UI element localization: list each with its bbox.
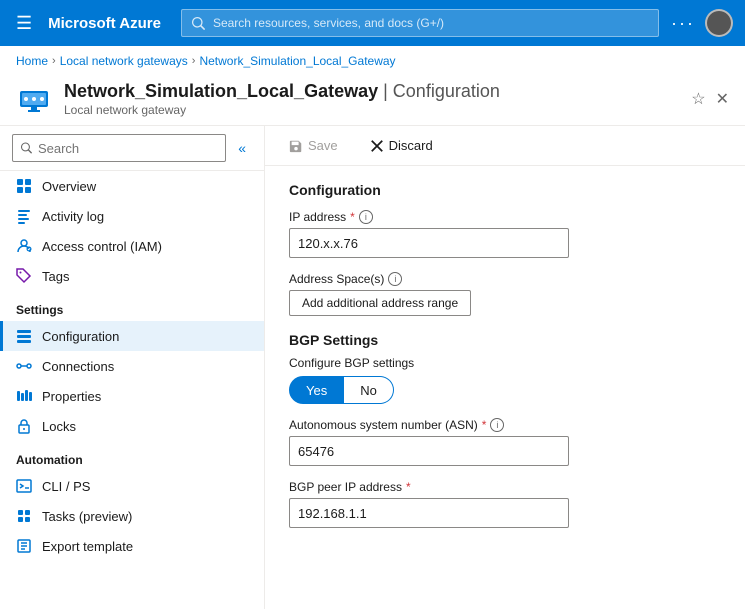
bgp-configure-label: Configure BGP settings bbox=[289, 356, 721, 370]
form-area: Configuration IP address * i Address Spa… bbox=[265, 166, 745, 558]
search-icon bbox=[192, 17, 205, 30]
search-input[interactable] bbox=[38, 141, 217, 156]
sidebar-item-access-control[interactable]: Access control (IAM) bbox=[0, 231, 264, 261]
global-search-placeholder: Search resources, services, and docs (G+… bbox=[213, 16, 444, 30]
required-star: * bbox=[350, 210, 355, 224]
sidebar-access-label: Access control (IAM) bbox=[42, 239, 162, 254]
resource-title-area: Network_Simulation_Local_Gateway | Confi… bbox=[64, 80, 679, 117]
activity-log-icon bbox=[16, 208, 32, 224]
asn-info-icon[interactable]: i bbox=[490, 418, 504, 432]
bgp-yes-toggle[interactable]: Yes bbox=[289, 376, 344, 404]
content-toolbar: Save Discard bbox=[265, 126, 745, 166]
breadcrumb-local-network[interactable]: Local network gateways bbox=[60, 54, 188, 68]
sidebar: « Overview bbox=[0, 126, 265, 609]
main-container: Home › Local network gateways › Network_… bbox=[0, 46, 745, 609]
sidebar-item-configuration[interactable]: Configuration bbox=[0, 321, 264, 351]
required-star-asn: * bbox=[482, 418, 487, 432]
save-icon bbox=[289, 139, 303, 153]
ip-address-group: IP address * i bbox=[289, 210, 721, 258]
breadcrumb-gateway[interactable]: Network_Simulation_Local_Gateway bbox=[199, 54, 395, 68]
body-layout: « Overview bbox=[0, 126, 745, 609]
header-actions: ☆ ✕ bbox=[691, 89, 729, 109]
bgp-configure-group: Configure BGP settings Yes No bbox=[289, 356, 721, 404]
ip-info-icon[interactable]: i bbox=[359, 210, 373, 224]
resource-title-config: | Configuration bbox=[383, 81, 500, 101]
sidebar-item-cli-ps[interactable]: CLI / PS bbox=[0, 471, 264, 501]
resource-icon bbox=[16, 81, 52, 117]
address-spaces-info-icon[interactable]: i bbox=[388, 272, 402, 286]
bgp-section-title: BGP Settings bbox=[289, 332, 721, 348]
discard-icon bbox=[370, 139, 384, 153]
sidebar-configuration-label: Configuration bbox=[42, 329, 119, 344]
top-bar-right: ··· bbox=[671, 9, 733, 37]
sidebar-export-label: Export template bbox=[42, 539, 133, 554]
content-area: Save Discard Configuration IP address * bbox=[265, 126, 745, 609]
bgp-no-toggle[interactable]: No bbox=[344, 376, 394, 404]
global-search[interactable]: Search resources, services, and docs (G+… bbox=[181, 9, 659, 37]
sidebar-item-overview[interactable]: Overview bbox=[0, 171, 264, 201]
discard-button[interactable]: Discard bbox=[362, 134, 441, 157]
bgp-peer-ip-group: BGP peer IP address * bbox=[289, 480, 721, 528]
properties-icon bbox=[16, 388, 32, 404]
breadcrumb-home[interactable]: Home bbox=[16, 54, 48, 68]
address-spaces-group: Address Space(s) i Add additional addres… bbox=[289, 272, 721, 316]
locks-icon bbox=[16, 418, 32, 434]
add-address-range-button[interactable]: Add additional address range bbox=[289, 290, 471, 316]
required-star-bgp: * bbox=[406, 480, 411, 494]
cli-icon bbox=[16, 478, 32, 494]
sidebar-activity-log-label: Activity log bbox=[42, 209, 104, 224]
ip-address-input[interactable] bbox=[289, 228, 569, 258]
asn-input[interactable] bbox=[289, 436, 569, 466]
close-icon[interactable]: ✕ bbox=[716, 89, 729, 109]
settings-section-label: Settings bbox=[0, 291, 264, 321]
sidebar-item-tasks[interactable]: Tasks (preview) bbox=[0, 501, 264, 531]
sidebar-tags-label: Tags bbox=[42, 269, 69, 284]
sidebar-item-activity-log[interactable]: Activity log bbox=[0, 201, 264, 231]
sidebar-overview-label: Overview bbox=[42, 179, 96, 194]
configuration-icon bbox=[16, 328, 32, 344]
sidebar-locks-label: Locks bbox=[42, 419, 76, 434]
breadcrumb: Home › Local network gateways › Network_… bbox=[0, 46, 745, 76]
app-title: Microsoft Azure bbox=[48, 15, 161, 32]
sidebar-connections-label: Connections bbox=[42, 359, 114, 374]
resource-subtitle: Local network gateway bbox=[64, 103, 679, 117]
top-nav-bar: ☰ Microsoft Azure Search resources, serv… bbox=[0, 0, 745, 46]
ip-address-label: IP address * i bbox=[289, 210, 721, 224]
bgp-peer-ip-input[interactable] bbox=[289, 498, 569, 528]
search-icon bbox=[21, 142, 32, 154]
sidebar-item-export-template[interactable]: Export template bbox=[0, 531, 264, 561]
resource-header: Network_Simulation_Local_Gateway | Confi… bbox=[0, 76, 745, 126]
bgp-toggle: Yes No bbox=[289, 376, 721, 404]
address-spaces-label: Address Space(s) i bbox=[289, 272, 721, 286]
sidebar-tasks-label: Tasks (preview) bbox=[42, 509, 132, 524]
access-control-icon bbox=[16, 238, 32, 254]
user-avatar[interactable] bbox=[705, 9, 733, 37]
sidebar-item-tags[interactable]: Tags bbox=[0, 261, 264, 291]
sidebar-search-box[interactable] bbox=[12, 134, 226, 162]
overview-icon bbox=[16, 178, 32, 194]
form-section-title: Configuration bbox=[289, 182, 721, 198]
automation-section-label: Automation bbox=[0, 441, 264, 471]
hamburger-menu[interactable]: ☰ bbox=[12, 9, 36, 38]
tags-icon bbox=[16, 268, 32, 284]
save-button[interactable]: Save bbox=[281, 134, 346, 157]
sidebar-item-properties[interactable]: Properties bbox=[0, 381, 264, 411]
sidebar-properties-label: Properties bbox=[42, 389, 101, 404]
save-label: Save bbox=[308, 138, 338, 153]
sidebar-item-locks[interactable]: Locks bbox=[0, 411, 264, 441]
export-icon bbox=[16, 538, 32, 554]
resource-title: Network_Simulation_Local_Gateway | Confi… bbox=[64, 80, 679, 103]
connections-icon bbox=[16, 358, 32, 374]
sidebar-search-wrap: « bbox=[0, 126, 264, 171]
bgp-peer-ip-label: BGP peer IP address * bbox=[289, 480, 721, 494]
more-options-icon[interactable]: ··· bbox=[671, 13, 695, 34]
collapse-button[interactable]: « bbox=[232, 138, 252, 158]
favorite-star-icon[interactable]: ☆ bbox=[691, 89, 705, 109]
tasks-icon bbox=[16, 508, 32, 524]
sidebar-item-connections[interactable]: Connections bbox=[0, 351, 264, 381]
asn-group: Autonomous system number (ASN) * i bbox=[289, 418, 721, 466]
discard-label: Discard bbox=[389, 138, 433, 153]
sidebar-cli-label: CLI / PS bbox=[42, 479, 90, 494]
asn-label: Autonomous system number (ASN) * i bbox=[289, 418, 721, 432]
